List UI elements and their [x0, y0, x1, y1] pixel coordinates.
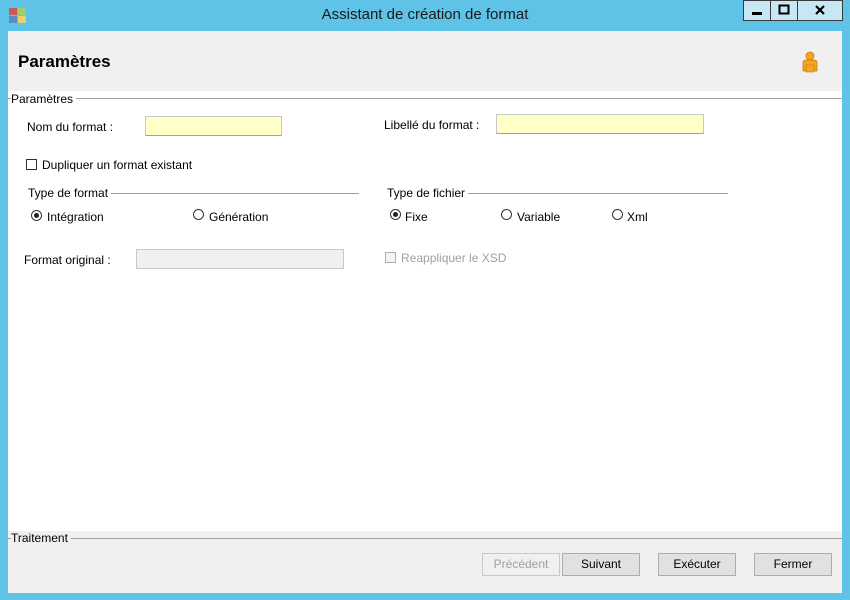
- radio-variable[interactable]: [501, 209, 512, 220]
- type-format-legend: Type de format: [28, 186, 112, 200]
- precedent-button[interactable]: Précédent: [482, 553, 560, 576]
- format-original-label: Format original :: [24, 253, 111, 267]
- reappliquer-xsd-checkbox[interactable]: [385, 252, 396, 263]
- format-original-input[interactable]: [136, 249, 344, 269]
- wizard-header: Paramètres: [8, 31, 842, 91]
- page-title: Paramètres: [18, 52, 111, 71]
- radio-generation-label: Génération: [209, 210, 269, 224]
- params-group-legend: Paramètres: [11, 92, 77, 106]
- reappliquer-xsd-label: Reappliquer le XSD: [401, 251, 507, 265]
- radio-integration[interactable]: [31, 210, 42, 221]
- maximize-button[interactable]: [770, 0, 798, 21]
- radio-variable-label: Variable: [517, 210, 561, 224]
- window-frame: Assistant de création de format Paramètr…: [0, 0, 850, 600]
- nom-format-label: Nom du format :: [27, 120, 114, 134]
- fermer-button[interactable]: Fermer: [754, 553, 832, 576]
- params-group-border: [8, 98, 842, 99]
- radio-fixe-label: Fixe: [405, 210, 428, 224]
- radio-integration-label: Intégration: [47, 210, 104, 224]
- radio-fixe[interactable]: [390, 209, 401, 220]
- radio-xml[interactable]: [612, 209, 623, 220]
- nom-format-input[interactable]: [145, 116, 282, 136]
- dupliquer-checkbox[interactable]: [26, 159, 37, 170]
- dupliquer-label: Dupliquer un format existant: [42, 158, 193, 172]
- user-icon: [802, 51, 818, 73]
- client-area: Paramètres Paramètres Nom du format : Li…: [8, 31, 842, 593]
- close-icon: [815, 5, 825, 15]
- window-title: Assistant de création de format: [321, 6, 529, 23]
- suivant-button[interactable]: Suivant: [562, 553, 640, 576]
- radio-generation[interactable]: [193, 209, 204, 220]
- close-button[interactable]: [797, 0, 843, 21]
- executer-button[interactable]: Exécuter: [658, 553, 736, 576]
- minimize-button[interactable]: [743, 0, 771, 21]
- traitement-group-border: [8, 538, 842, 539]
- type-fichier-legend: Type de fichier: [387, 186, 469, 200]
- libelle-format-input[interactable]: [496, 114, 704, 134]
- maximize-icon: [778, 4, 790, 15]
- wizard-footer: Traitement Précédent Suivant Exécuter Fe…: [8, 531, 842, 593]
- traitement-group-legend: Traitement: [11, 531, 71, 545]
- title-bar[interactable]: Assistant de création de format: [0, 0, 850, 30]
- libelle-format-label: Libellé du format :: [384, 118, 480, 132]
- minimize-icon: [752, 12, 762, 15]
- radio-xml-label: Xml: [627, 210, 648, 224]
